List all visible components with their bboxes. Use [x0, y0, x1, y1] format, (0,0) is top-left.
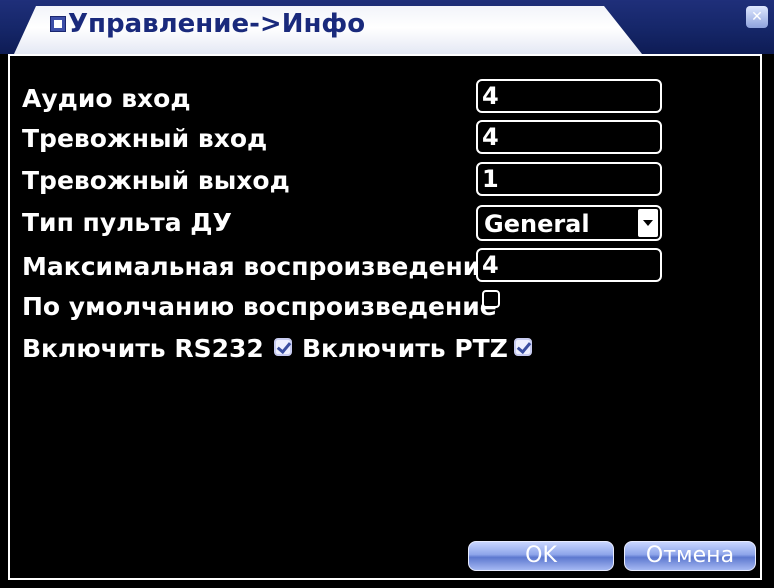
default-playback-label: По умолчанию воспроизведение [22, 292, 497, 321]
remote-type-label: Тип пульта ДУ [22, 208, 232, 237]
window-title: Управление->Инфо [68, 9, 366, 39]
enable-ptz-checkbox[interactable] [514, 338, 532, 356]
max-playback-label: Максимальная воспроизведения [22, 252, 497, 281]
audio-in-input[interactable]: 4 [476, 79, 662, 113]
alarm-in-input[interactable]: 4 [476, 120, 662, 154]
enable-rs232-checkbox[interactable] [274, 338, 292, 356]
cancel-button[interactable]: Отмена [624, 541, 756, 571]
audio-in-label: Аудио вход [22, 84, 191, 113]
enable-rs232-label: Включить RS232 [22, 334, 264, 363]
max-playback-input[interactable]: 4 [476, 248, 662, 282]
info-dialog: Управление->Инфо ✕ Аудио вход 4 Тревожны… [0, 0, 774, 588]
enable-ptz-label: Включить PTZ [302, 334, 508, 363]
window-icon [50, 16, 66, 32]
chevron-down-icon[interactable] [638, 209, 658, 237]
title-bar: Управление->Инфо ✕ [0, 0, 774, 54]
remote-type-value: General [484, 210, 590, 238]
default-playback-checkbox[interactable] [482, 290, 500, 308]
alarm-out-input[interactable]: 1 [476, 162, 662, 196]
remote-type-select[interactable]: General [476, 205, 662, 241]
alarm-out-label: Тревожный выход [22, 166, 290, 195]
alarm-in-label: Тревожный вход [22, 124, 268, 153]
ok-button[interactable]: OK [468, 541, 614, 571]
close-icon[interactable]: ✕ [746, 6, 768, 28]
